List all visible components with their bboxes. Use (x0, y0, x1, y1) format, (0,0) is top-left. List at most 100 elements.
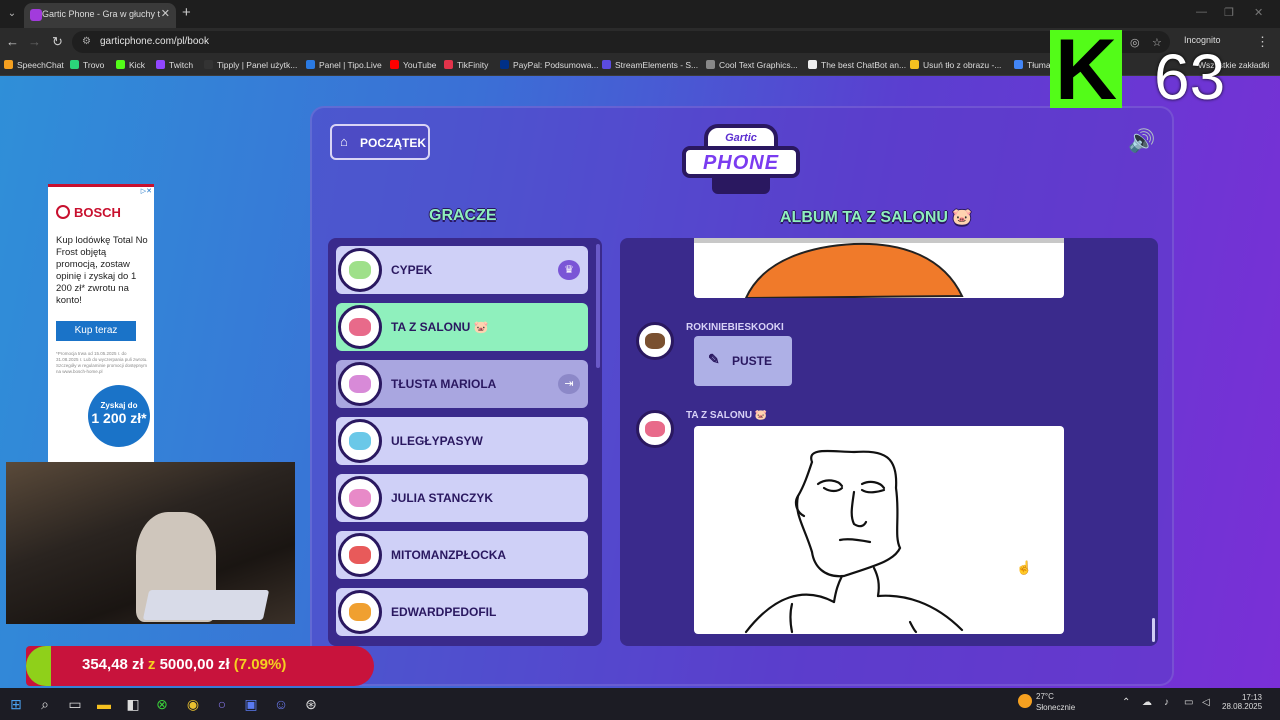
bookmark-link[interactable]: Usuń tło z obrazu -... (910, 60, 1001, 70)
house-icon: ⌂ (340, 134, 348, 149)
bookmark-link[interactable]: Kick (116, 60, 145, 70)
tab-close-icon[interactable]: ✕ (161, 7, 170, 20)
ad-choices-icon[interactable]: ▷✕ (141, 187, 152, 195)
bookmark-favicon-icon (70, 60, 79, 69)
task-view-icon[interactable]: ▭ (66, 695, 84, 713)
volume-icon[interactable]: ◁ (1202, 697, 1210, 708)
browser-tab[interactable]: Gartic Phone - Gra w głuchy te ✕ (24, 3, 176, 28)
gartic-favicon-icon (30, 9, 42, 21)
windows-start-icon[interactable]: ⊞ (7, 695, 25, 713)
discord-icon[interactable]: ☺ (272, 695, 290, 713)
player-name: TŁUSTA MARIOLA (391, 377, 497, 391)
bookmark-favicon-icon (1014, 60, 1023, 69)
player-avatar (338, 590, 382, 634)
tray-expand-icon[interactable]: ⌃ (1122, 697, 1130, 708)
home-button[interactable]: ⌂ POCZĄTEK (330, 124, 430, 160)
minimize-icon[interactable]: — (1196, 6, 1207, 18)
donation-goal-bar: 354,48 zł z 5000,00 zł (7.09%) (26, 646, 374, 686)
ad-text: Kup lodówkę Total No Frost objętą promoc… (56, 235, 148, 306)
capcut-icon[interactable]: ◧ (124, 695, 142, 713)
bookmark-favicon-icon (602, 60, 611, 69)
ad-fine-print: *Promocja trwa od 15.05.2025 r. do 31.08… (56, 351, 148, 374)
bookmark-link[interactable]: Tłumac (1014, 60, 1055, 70)
app-window-icon[interactable]: ▣ (242, 695, 260, 713)
taskbar-clock[interactable]: 17:13 28.08.2025 (1222, 693, 1262, 711)
player-avatar (338, 305, 382, 349)
bookmark-link[interactable]: YouTube (390, 60, 436, 70)
player-avatar (338, 476, 382, 520)
windows-taskbar: ⊞ ⌕ ▭ ▬ ◧ ⊗ ◉ ○ ▣ ☺ ⊛ 27°C Słonecznie ⌃ … (0, 688, 1280, 720)
player-row: JULIA STANCZYK (336, 474, 588, 522)
back-icon[interactable]: ← (6, 34, 19, 49)
bookmark-favicon-icon (156, 60, 165, 69)
speaker-icon[interactable]: 🔊 (1128, 128, 1155, 154)
bookmark-link[interactable]: The best ChatBot an... (808, 60, 906, 70)
steam-icon[interactable]: ⊛ (302, 695, 320, 713)
player-left-icon: ⇥ (558, 374, 580, 394)
bookmark-favicon-icon (390, 60, 399, 69)
empty-entry-badge: ✎ PUSTE (694, 336, 792, 386)
player-name: JULIA STANCZYK (391, 491, 493, 505)
bookmark-link[interactable]: SpeechChat (4, 60, 64, 70)
site-info-icon[interactable]: ⚙ (82, 36, 91, 47)
bookmark-favicon-icon (910, 60, 919, 69)
player-avatar (338, 248, 382, 292)
tab-search-icon[interactable]: ⌄ (4, 6, 20, 22)
bookmark-link[interactable]: TikFinity (444, 60, 488, 70)
url-text[interactable]: garticphone.com/pl/book (100, 36, 209, 47)
hand-cursor-icon: ☝ (1016, 560, 1033, 575)
player-avatar (338, 533, 382, 577)
player-row: EDWARDPEDOFIL (336, 588, 588, 636)
bookmark-link[interactable]: Tipply | Panel użytk... (204, 60, 297, 70)
bosch-advertisement[interactable]: ▷✕ BOSCH Kup lodówkę Total No Frost obję… (48, 184, 154, 462)
obs-icon[interactable]: ○ (213, 695, 231, 713)
bookmark-link[interactable]: Trovo (70, 60, 104, 70)
bookmark-favicon-icon (500, 60, 509, 69)
display-icon[interactable]: ▭ (1184, 697, 1193, 708)
bookmark-link[interactable]: Panel | Tipo.Live (306, 60, 382, 70)
tracking-hidden-icon[interactable]: ◎ (1130, 36, 1140, 49)
bookmark-favicon-icon (808, 60, 817, 69)
player-name: ULEGŁYPASYW (391, 434, 483, 448)
player-name: EDWARDPEDOFIL (391, 605, 497, 619)
player-row: TA Z SALONU 🐷 (336, 303, 588, 351)
bookmark-link[interactable]: StreamElements - S... (602, 60, 698, 70)
bookmark-link[interactable]: PayPal: Podsumowa... (500, 60, 599, 70)
onedrive-icon[interactable]: ☁ (1142, 697, 1152, 708)
bookmark-link[interactable]: Cool Text Graphics... (706, 60, 798, 70)
webcam-feed (6, 462, 295, 624)
chrome-icon[interactable]: ◉ (184, 695, 202, 713)
bookmark-favicon-icon (4, 60, 13, 69)
album-scrollbar[interactable] (1152, 618, 1155, 642)
sun-icon (1018, 694, 1032, 708)
bookmark-favicon-icon (706, 60, 715, 69)
pen-icon: ✎ (708, 351, 720, 367)
browser-menu-icon[interactable]: ⋮ (1256, 34, 1269, 50)
donation-progress-fill (26, 646, 51, 686)
new-tab-button[interactable]: + (182, 4, 191, 21)
tab-title: Gartic Phone - Gra w głuchy te (42, 9, 160, 19)
window-close-icon[interactable]: ✕ (1254, 6, 1263, 19)
author-avatar (636, 410, 674, 448)
forward-icon[interactable]: → (28, 34, 41, 49)
bookmark-favicon-icon (444, 60, 453, 69)
url-bar[interactable]: ⚙ garticphone.com/pl/book ◎ ☆ (72, 31, 1170, 53)
album-feed: ROKINIEBIESKOOKI ✎ PUSTE TA Z SALONU 🐷 (620, 238, 1158, 646)
players-scrollbar[interactable] (596, 244, 600, 368)
reload-icon[interactable]: ↻ (52, 34, 63, 50)
player-name: CYPEK (391, 263, 433, 277)
players-title: GRACZE (429, 207, 497, 224)
xbox-icon[interactable]: ⊗ (153, 695, 171, 713)
player-row: MITOMANZPŁOCKA (336, 531, 588, 579)
bookmark-link[interactable]: Twitch (156, 60, 193, 70)
file-explorer-icon[interactable]: ▬ (95, 695, 113, 713)
host-crown-icon: ♛ (558, 260, 580, 280)
maximize-icon[interactable]: ❐ (1224, 6, 1234, 19)
ad-promo-circle: Zyskaj do 1 200 zł* (88, 385, 150, 447)
search-icon[interactable]: ⌕ (36, 695, 54, 713)
donation-text: 354,48 zł z 5000,00 zł (7.09%) (82, 656, 287, 673)
bosch-logo: BOSCH (56, 205, 121, 220)
microphone-icon[interactable]: ♪ (1164, 697, 1169, 708)
ad-buy-button[interactable]: Kup teraz (56, 321, 136, 341)
gartic-phone-logo: Gartic PHONE (682, 124, 800, 196)
